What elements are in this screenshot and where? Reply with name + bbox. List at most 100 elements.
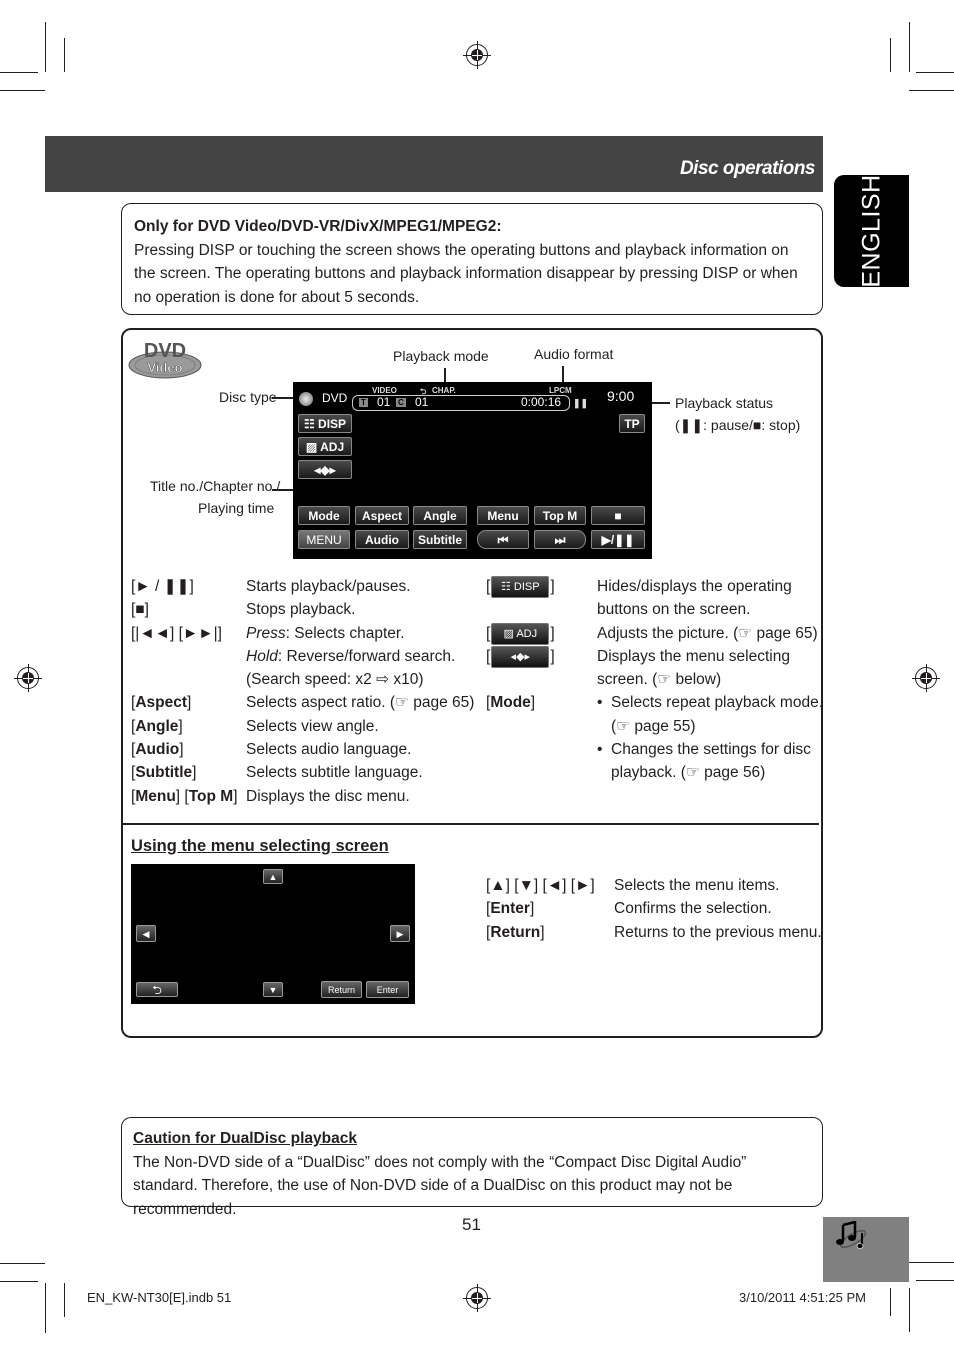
registration-mark-icon [463, 41, 491, 69]
pause-status-icon: ❚❚ [573, 398, 589, 408]
enter-button[interactable]: Enter [366, 981, 409, 998]
page-number: 51 [462, 1215, 481, 1234]
desc-row: [|◄◄] [►►|] Press: Selects chapter. [131, 624, 405, 642]
logo-top-text: DVD [144, 340, 186, 362]
registration-mark-icon [912, 664, 940, 692]
desc-row: (Search speed: x2 ⇨ x10) [246, 671, 424, 689]
menu-selecting-screen: ▲ ◀ ▶ ⮌ ▼ Return Enter [131, 864, 415, 1004]
callout-disc-type: Disc type [219, 389, 277, 405]
subtitle-button[interactable]: Subtitle [413, 530, 467, 549]
crop-mark [890, 38, 891, 72]
up-arrow-button[interactable]: ▲ [263, 869, 283, 884]
adj-chip: ▨ ADJ [491, 622, 550, 645]
picture-adjust-icon: ▨ [305, 440, 321, 454]
desc-row: [► / ❚❚] Starts playback/pauses. [131, 578, 411, 595]
previous-button[interactable]: ⏮ [477, 530, 529, 549]
right-arrow-button[interactable]: ▶ [390, 925, 410, 942]
desc-row: [Menu] [Top M] Displays the disc menu. [131, 787, 410, 805]
music-notes-icon [836, 1221, 867, 1249]
disp-chip: ☷ DISP [491, 575, 550, 598]
arrows-icon: ◂◆▸ [314, 463, 336, 477]
adj-button[interactable]: ▨ ADJ [298, 437, 352, 456]
caution-body: The Non-DVD side of a “DualDisc” does no… [133, 1153, 747, 1218]
language-tab: ENGLISH [834, 174, 909, 288]
title-icon: T [359, 398, 368, 407]
main-menu-button[interactable]: MENU [298, 530, 350, 549]
next-button[interactable]: ⏭ [534, 530, 586, 549]
crop-mark [890, 1288, 891, 1316]
callout-playback-mode: Playback mode [393, 348, 489, 364]
desc-row: [Aspect] Selects aspect ratio. (☞ page 65… [131, 694, 475, 712]
caution-box: Caution for DualDisc playback The Non-DV… [121, 1117, 823, 1218]
chapter-icon: C [396, 398, 406, 407]
crop-mark [64, 1283, 65, 1317]
crop-mark [45, 1283, 46, 1333]
disc-type-value: DVD [322, 391, 348, 405]
arrows-chip: ◂◆▸ [491, 645, 550, 668]
return-arrow-icon: ⮌ [152, 983, 162, 997]
chapter-number: 01 [415, 395, 429, 409]
disp-button[interactable]: ☷ DISP [298, 414, 352, 433]
play-pause-button[interactable]: ▶/❚❚ [591, 530, 645, 549]
note-title: Only for DVD Video/DVD-VR/DivX/MPEG1/MPE… [134, 218, 502, 235]
logo-bottom-text: Video [147, 360, 182, 375]
section-header: Disc operations [45, 136, 823, 192]
caution-title: Caution for DualDisc playback [133, 1130, 357, 1147]
registration-mark-icon [14, 664, 42, 692]
audio-format-value: LPCM [549, 386, 572, 395]
callout-title-chapter: Title no./Chapter no./ [150, 478, 281, 494]
crop-mark [909, 90, 954, 91]
crop-mark [45, 22, 46, 72]
footer-timestamp: 3/10/2011 4:51:25 PM [739, 1290, 866, 1305]
left-description-list: [► / ❚❚] Starts playback/pauses. [■] Stops… [131, 575, 474, 808]
crop-mark [0, 1281, 38, 1282]
desc-row: Hold: Reverse/forward search. [246, 647, 456, 665]
menu-arrows-button[interactable]: ◂◆▸ [298, 460, 352, 479]
desc-row: [■] Stops playback. [131, 601, 356, 619]
crop-mark [64, 38, 65, 72]
tp-button[interactable]: TP [619, 414, 645, 433]
return-button[interactable]: Return [321, 981, 362, 998]
section-title: Disc operations [679, 158, 816, 179]
top-menu-button[interactable]: Top M [534, 506, 586, 525]
down-arrow-button[interactable]: ▼ [263, 982, 283, 997]
music-tab [823, 1217, 909, 1282]
desc-row: [Subtitle] Selects subtitle language. [131, 764, 423, 782]
menu-description-list: [▲] [▼] [◄] [►] Selects the menu items. [… [486, 877, 822, 941]
aspect-button[interactable]: Aspect [355, 506, 409, 525]
right-description-list: [☷ DISP] Hides/displays the operating but… [486, 575, 823, 785]
crop-mark [0, 90, 45, 91]
back-button[interactable]: ⮌ [136, 982, 178, 997]
desc-row: [Audio] Selects audio language. [131, 741, 412, 759]
footer-file-info: EN_KW-NT30[E].indb 51 [87, 1290, 232, 1305]
playing-time: 0:00:16 [521, 395, 562, 409]
mode-button[interactable]: Mode [298, 506, 350, 525]
crop-mark [916, 72, 954, 73]
crop-mark [909, 22, 910, 72]
callout-audio-format: Audio format [534, 346, 614, 362]
crop-mark [916, 1280, 954, 1281]
audio-button[interactable]: Audio [355, 530, 409, 549]
note-body: Pressing DISP or touching the screen sho… [134, 241, 798, 306]
player-screen: DVD VIDEO ⮌ CHAP. LPCM T 01 C 01 0:00:16… [293, 382, 652, 559]
menu-section-heading: Using the menu selecting screen [131, 837, 389, 855]
menu-button[interactable]: Menu [477, 506, 529, 525]
angle-button[interactable]: Angle [413, 506, 467, 525]
section-divider [123, 823, 819, 825]
callout-playback-status-note: (❚❚: pause/■: stop) [675, 417, 801, 433]
desc-row: [Angle] Selects view angle. [131, 717, 379, 735]
callout-playback-status: Playback status [675, 395, 774, 411]
registration-mark-icon [463, 1284, 491, 1312]
disc-icon [299, 392, 313, 406]
left-arrow-button[interactable]: ◀ [136, 925, 156, 942]
playback-mode-value: CHAP. [432, 386, 456, 395]
clock: 9:00 [607, 388, 635, 404]
crop-mark [0, 72, 38, 73]
title-number: 01 [377, 395, 391, 409]
language-label: ENGLISH [857, 174, 885, 288]
note-box: Only for DVD Video/DVD-VR/DivX/MPEG1/MPE… [121, 203, 823, 315]
stop-button[interactable]: ■ [591, 506, 645, 525]
crop-mark [909, 1288, 910, 1332]
dvd-video-logo-icon: DVD Video [128, 340, 202, 379]
callout-playing-time: Playing time [198, 500, 275, 516]
